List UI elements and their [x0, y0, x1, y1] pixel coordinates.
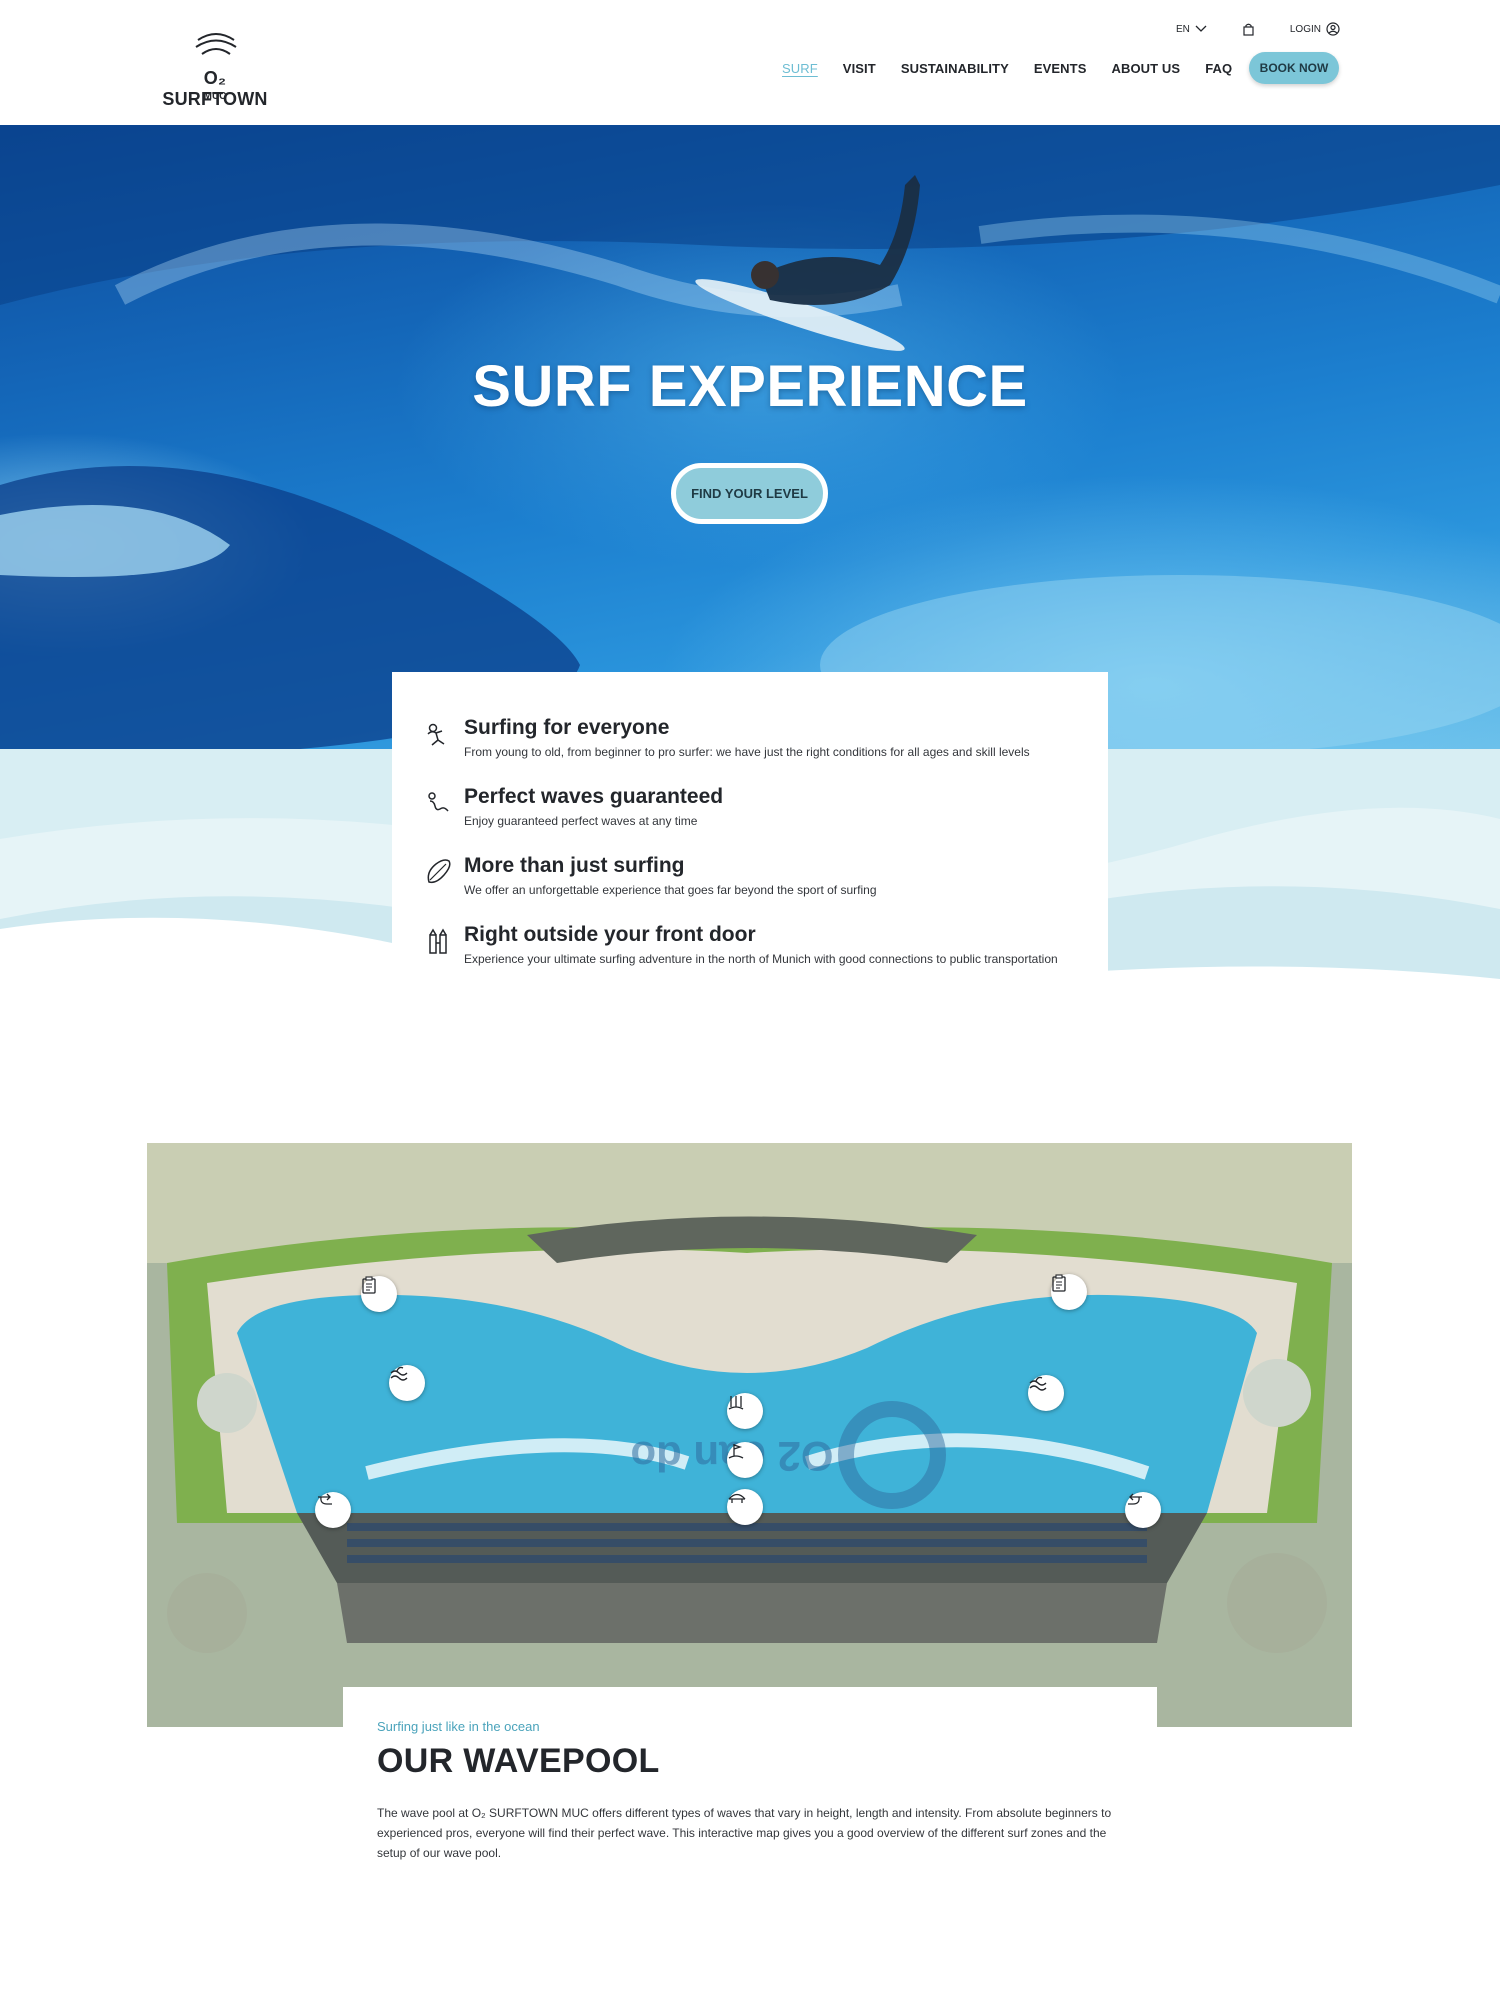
features-card: Surfing for everyone From young to old, … — [392, 672, 1108, 1032]
feature-item: Perfect waves guaranteed Enjoy guarantee… — [424, 785, 1068, 831]
feature-item: Surfing for everyone From young to old, … — [424, 716, 1068, 762]
site-logo[interactable]: O₂ SURFTOWN MUC — [158, 30, 272, 109]
nav-about-us[interactable]: ABOUT US — [1111, 61, 1180, 76]
clipboard-icon[interactable] — [1051, 1274, 1087, 1310]
book-now-button[interactable]: BOOK NOW — [1249, 52, 1339, 84]
chevron-down-icon — [1195, 25, 1207, 32]
bridge-icon[interactable] — [727, 1489, 763, 1525]
wave-logo-icon — [195, 33, 237, 55]
wavepool-intro: Surfing just like in the ocean OUR WAVEP… — [343, 1687, 1157, 1887]
feature-item: More than just surfing We offer an unfor… — [424, 854, 1068, 900]
feature-text: Experience your ultimate surfing adventu… — [464, 952, 1058, 966]
surfboard-icon — [427, 859, 451, 884]
section-eyebrow: Surfing just like in the ocean — [377, 1719, 540, 1734]
wave-surfer-icon — [428, 792, 449, 812]
logo-wordmark: O₂ SURFTOWN — [162, 68, 268, 109]
city-gate-icon — [429, 928, 447, 954]
clipboard-icon[interactable] — [361, 1276, 397, 1312]
wave-generator-icon[interactable] — [727, 1393, 763, 1429]
section-title: OUR WAVEPOOL — [377, 1742, 660, 1780]
site-header: O₂ SURFTOWN MUC EN LOGIN SURF VISIT SUST… — [0, 0, 1500, 125]
feature-title: Perfect waves guaranteed — [464, 785, 724, 808]
nav-visit[interactable]: VISIT — [843, 61, 876, 76]
logo-city: MUC — [203, 91, 227, 102]
flag-icon[interactable] — [727, 1442, 763, 1478]
feature-text: Enjoy guaranteed perfect waves at any ti… — [464, 814, 698, 828]
feature-title: More than just surfing — [464, 854, 685, 877]
direction-left-icon[interactable] — [1125, 1492, 1161, 1528]
main-nav: SURF VISIT SUSTAINABILITY EVENTS ABOUT U… — [782, 58, 1257, 78]
feature-item: Right outside your front door Experience… — [424, 923, 1068, 969]
section-body: The wave pool at O₂ SURFTOWN MUC offers … — [377, 1806, 1112, 1860]
user-icon — [1326, 22, 1340, 36]
waves-icon[interactable] — [1028, 1375, 1064, 1411]
feature-title: Surfing for everyone — [464, 716, 670, 739]
shopping-bag-icon — [1243, 23, 1254, 36]
direction-right-icon[interactable] — [315, 1492, 351, 1528]
login-link[interactable]: LOGIN — [1290, 22, 1340, 36]
hero-underwater-image — [0, 125, 1500, 749]
utility-bar: EN LOGIN — [1176, 20, 1340, 38]
surfer-icon — [427, 723, 445, 746]
feature-text: We offer an unforgettable experience tha… — [464, 883, 877, 897]
feature-text: From young to old, from beginner to pro … — [464, 745, 1030, 759]
nav-faq[interactable]: FAQ — [1205, 61, 1232, 76]
hero-title: SURF EXPERIENCE — [472, 354, 1028, 419]
waves-icon[interactable] — [389, 1365, 425, 1401]
nav-surf[interactable]: SURF — [782, 61, 818, 76]
wavepool-aerial-image: O2 can do — [147, 1143, 1352, 1727]
nav-events[interactable]: EVENTS — [1034, 61, 1087, 76]
wavepool-interactive-map[interactable]: O2 can do — [147, 1143, 1352, 1727]
language-label: EN — [1175, 23, 1190, 35]
login-label: LOGIN — [1289, 23, 1321, 35]
feature-title: Right outside your front door — [464, 923, 756, 946]
find-your-level-button[interactable]: FIND YOUR LEVEL — [671, 463, 828, 524]
language-selector[interactable]: EN — [1176, 24, 1207, 35]
cart-button[interactable] — [1243, 23, 1254, 36]
nav-sustainability[interactable]: SUSTAINABILITY — [901, 61, 1009, 76]
hero-section: SURF EXPERIENCE FIND YOUR LEVEL — [0, 125, 1500, 749]
